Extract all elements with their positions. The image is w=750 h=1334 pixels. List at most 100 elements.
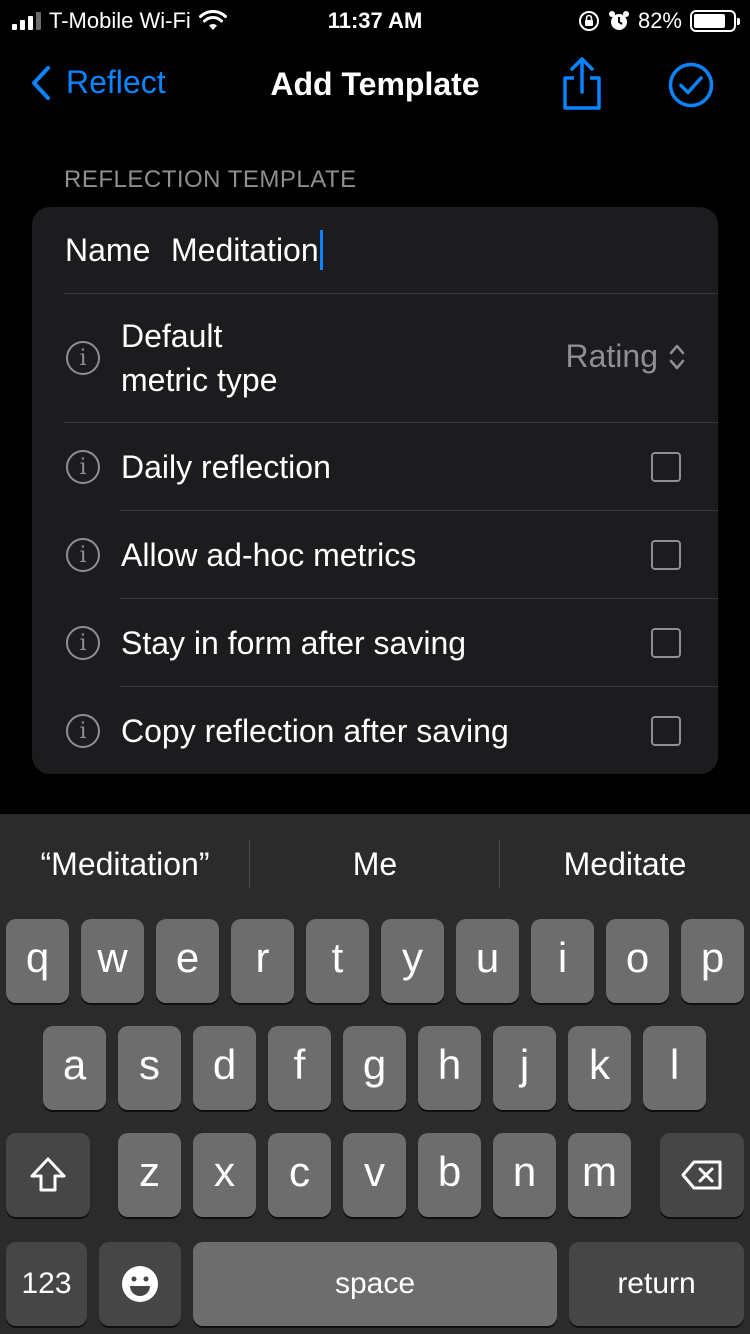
stay-in-form-checkbox[interactable] xyxy=(651,628,681,658)
battery-icon xyxy=(690,10,740,32)
key-q[interactable]: q xyxy=(6,919,69,1003)
info-icon[interactable]: i xyxy=(66,714,100,748)
backspace-icon xyxy=(681,1160,722,1190)
key-t[interactable]: t xyxy=(306,919,369,1003)
key-a[interactable]: a xyxy=(43,1026,106,1110)
metric-type-label: Default metric type xyxy=(121,314,277,402)
key-p[interactable]: p xyxy=(681,919,744,1003)
metric-type-label-line2: metric type xyxy=(121,362,278,398)
key-label: m xyxy=(582,1148,617,1195)
key-label: a xyxy=(62,1041,87,1088)
numbers-key[interactable]: 123 xyxy=(6,1242,87,1326)
suggestion-item[interactable]: “Meditation” xyxy=(0,846,250,883)
key-label: r xyxy=(255,934,270,981)
name-label: Name xyxy=(65,232,151,268)
emoji-icon xyxy=(122,1266,158,1302)
key-label: n xyxy=(512,1148,537,1195)
key-label: d xyxy=(212,1041,237,1088)
option-label: Daily reflection xyxy=(121,449,331,485)
chevron-up-down-icon xyxy=(669,344,685,369)
info-icon[interactable]: i xyxy=(66,626,100,660)
daily-reflection-checkbox[interactable] xyxy=(651,452,681,482)
name-input[interactable]: Meditation xyxy=(171,227,691,273)
info-icon[interactable]: i xyxy=(66,450,100,484)
key-e[interactable]: e xyxy=(156,919,219,1003)
key-k[interactable]: k xyxy=(568,1026,631,1110)
share-icon xyxy=(563,57,601,110)
key-d[interactable]: d xyxy=(193,1026,256,1110)
share-button[interactable] xyxy=(560,56,604,117)
metric-type-value: Rating xyxy=(565,338,659,374)
key-label: x xyxy=(214,1148,235,1195)
keyboard: “Meditation” Me Meditate q w e r t y u i… xyxy=(0,814,750,1334)
key-s[interactable]: s xyxy=(118,1026,181,1110)
key-label: e xyxy=(175,934,200,981)
key-label: t xyxy=(331,934,344,981)
key-label: i xyxy=(557,934,568,981)
key-label: j xyxy=(519,1041,530,1088)
done-button[interactable] xyxy=(668,62,714,113)
emoji-key[interactable] xyxy=(99,1242,181,1326)
key-h[interactable]: h xyxy=(418,1026,481,1110)
key-label: space xyxy=(334,1267,416,1300)
name-row: Name Meditation xyxy=(32,207,718,293)
text-cursor xyxy=(319,230,323,270)
name-value: Meditation xyxy=(171,231,319,268)
alarm-icon xyxy=(608,11,629,30)
key-label: c xyxy=(289,1148,310,1195)
info-icon[interactable]: i xyxy=(66,538,100,572)
option-row-daily-reflection: i Daily reflection xyxy=(32,423,718,510)
key-m[interactable]: m xyxy=(568,1133,631,1217)
key-label: h xyxy=(437,1041,462,1088)
return-key[interactable]: return xyxy=(569,1242,744,1326)
copy-reflection-checkbox[interactable] xyxy=(651,716,681,746)
key-v[interactable]: v xyxy=(343,1133,406,1217)
key-label: f xyxy=(293,1041,306,1088)
key-g[interactable]: g xyxy=(343,1026,406,1110)
space-key[interactable]: space xyxy=(193,1242,557,1326)
battery-percent: 82% xyxy=(637,8,682,33)
suggestion-item[interactable]: Meditate xyxy=(500,846,750,883)
suggestion-bar: “Meditation” Me Meditate xyxy=(0,814,750,914)
shift-icon xyxy=(30,1157,66,1192)
key-r[interactable]: r xyxy=(231,919,294,1003)
key-l[interactable]: l xyxy=(643,1026,706,1110)
key-n[interactable]: n xyxy=(493,1133,556,1217)
checkmark-circle-icon xyxy=(668,62,714,108)
key-c[interactable]: c xyxy=(268,1133,331,1217)
key-i[interactable]: i xyxy=(531,919,594,1003)
key-label: y xyxy=(402,934,423,981)
key-label: p xyxy=(700,934,725,981)
key-j[interactable]: j xyxy=(493,1026,556,1110)
key-label: 123 xyxy=(21,1267,72,1300)
key-label: return xyxy=(617,1267,696,1300)
shift-key[interactable] xyxy=(6,1133,90,1217)
ad-hoc-metrics-checkbox[interactable] xyxy=(651,540,681,570)
option-label: Allow ad-hoc metrics xyxy=(121,537,417,573)
key-u[interactable]: u xyxy=(456,919,519,1003)
key-label: s xyxy=(139,1041,160,1088)
key-label: u xyxy=(475,934,500,981)
delete-key[interactable] xyxy=(660,1133,744,1217)
option-label: Copy reflection after saving xyxy=(121,713,509,749)
key-x[interactable]: x xyxy=(193,1133,256,1217)
metric-type-picker[interactable]: Rating xyxy=(566,338,687,375)
key-w[interactable]: w xyxy=(81,919,144,1003)
key-label: l xyxy=(669,1041,680,1088)
section-header: REFLECTION TEMPLATE xyxy=(64,166,357,193)
key-label: o xyxy=(625,934,650,981)
key-b[interactable]: b xyxy=(418,1133,481,1217)
metric-type-row: i Default metric type Rating xyxy=(32,294,718,422)
key-y[interactable]: y xyxy=(381,919,444,1003)
info-icon[interactable]: i xyxy=(66,341,100,375)
key-label: z xyxy=(139,1148,160,1195)
status-right: 82% xyxy=(578,8,740,34)
key-o[interactable]: o xyxy=(606,919,669,1003)
rotation-lock-icon xyxy=(578,11,599,31)
key-label: v xyxy=(364,1148,385,1195)
key-z[interactable]: z xyxy=(118,1133,181,1217)
suggestion-item[interactable]: Me xyxy=(250,846,500,883)
template-form-card: Name Meditation i Default metric type Ra… xyxy=(32,207,718,774)
key-f[interactable]: f xyxy=(268,1026,331,1110)
key-label: q xyxy=(25,934,50,981)
